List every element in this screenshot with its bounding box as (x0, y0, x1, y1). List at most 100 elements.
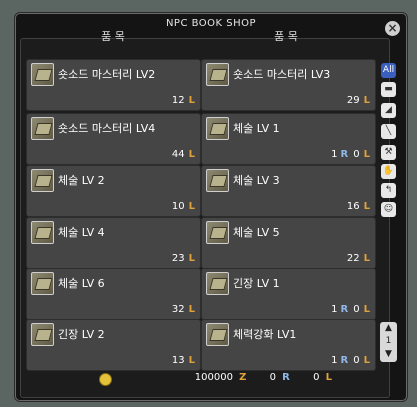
shop-item[interactable]: 체술 LV 1 1R0L (201, 113, 376, 165)
tab-hook-icon[interactable]: ↰ (381, 183, 396, 198)
item-name: 체술 LV 6 (58, 277, 105, 290)
item-name: 숏소드 마스터리 LV2 (58, 68, 156, 81)
tab-hammer-icon[interactable]: ⚒ (381, 145, 396, 160)
item-price: 22 L (347, 253, 370, 264)
price-unit: L (363, 95, 370, 106)
skill-book-icon (206, 272, 229, 295)
shop-item[interactable]: 숏소드 마스터리 LV3 29 L (201, 59, 376, 111)
rune-unit: R (340, 304, 349, 315)
price-unit: L (188, 304, 195, 315)
item-name: 긴장 LV 2 (58, 328, 105, 341)
skill-book-icon (206, 169, 229, 192)
skill-book-icon (31, 169, 54, 192)
skill-book-icon (206, 221, 229, 244)
rune-amount: 0 (269, 372, 276, 383)
shop-item[interactable]: 체술 LV 4 23 L (26, 217, 201, 269)
price-unit: L (363, 253, 370, 264)
lv-amount: 0 (313, 372, 320, 383)
price-value: 0 (353, 149, 360, 160)
skill-book-icon (206, 323, 229, 346)
price-value: 12 (171, 95, 185, 106)
item-price: 23 L (172, 253, 195, 264)
tab-face-icon[interactable]: ☺ (381, 202, 396, 217)
price-value: 10 (171, 201, 185, 212)
money-amount: 100000 (194, 372, 233, 383)
shop-item[interactable]: 숏소드 마스터리 LV4 44 L (26, 113, 201, 165)
skill-book-icon (206, 63, 229, 86)
price-value: 29 (346, 95, 360, 106)
lv-unit: L (325, 372, 332, 383)
rune-cost: 1 (331, 149, 338, 160)
item-name: 숏소드 마스터리 LV3 (233, 68, 331, 81)
shop-item[interactable]: 긴장 LV 2 13 L (26, 319, 201, 371)
skill-book-icon (31, 272, 54, 295)
price-unit: L (188, 95, 195, 106)
item-name: 체술 LV 2 (58, 174, 105, 187)
price-value: 44 (171, 149, 185, 160)
skill-book-icon (31, 63, 54, 86)
item-price: 16 L (347, 201, 370, 212)
rune-cost: 1 (331, 304, 338, 315)
price-unit: L (363, 201, 370, 212)
column-header-right: 품 목 (274, 30, 298, 43)
skill-book-icon (206, 117, 229, 140)
price-unit: L (188, 201, 195, 212)
item-price: 13 L (172, 355, 195, 366)
column-header-left: 품 목 (101, 30, 125, 43)
item-name: 체술 LV 5 (233, 226, 280, 239)
skill-book-icon (31, 323, 54, 346)
shop-item[interactable]: 체술 LV 5 22 L (201, 217, 376, 269)
price-unit: L (363, 355, 370, 366)
price-unit: L (188, 253, 195, 264)
skill-book-icon (31, 117, 54, 140)
page-down-icon[interactable]: ▼ (380, 348, 397, 361)
item-name: 체술 LV 1 (233, 122, 280, 135)
item-price: 10 L (172, 201, 195, 212)
tab-dagger-icon[interactable]: ╲ (381, 124, 396, 139)
page-number: 1 (385, 336, 392, 346)
rune-cost: 1 (331, 355, 338, 366)
price-unit: L (363, 304, 370, 315)
rune-unit: R (282, 372, 290, 383)
item-name: 체력강화 LV1 (233, 328, 297, 341)
item-name: 체술 LV 4 (58, 226, 105, 239)
close-icon[interactable]: × (385, 21, 400, 36)
price-value: 32 (171, 304, 185, 315)
price-value: 0 (353, 304, 360, 315)
item-price: 29 L (347, 95, 370, 106)
item-price: 44 L (172, 149, 195, 160)
price-unit: L (188, 355, 195, 366)
item-price: 1R0L (331, 149, 370, 160)
price-unit: L (188, 149, 195, 160)
shop-item[interactable]: 체술 LV 6 32 L (26, 268, 201, 320)
item-price: 32 L (172, 304, 195, 315)
item-price: 12 L (172, 95, 195, 106)
tab-book-icon[interactable]: ▬ (381, 82, 396, 97)
item-price: 1R0L (331, 304, 370, 315)
item-name: 숏소드 마스터리 LV4 (58, 122, 156, 135)
shop-item[interactable]: 숏소드 마스터리 LV2 12 L (26, 59, 201, 111)
shop-item[interactable]: 체술 LV 3 16 L (201, 165, 376, 217)
price-value: 0 (353, 355, 360, 366)
tab-all[interactable]: All (381, 63, 396, 78)
price-value: 16 (346, 201, 360, 212)
tab-shoe-icon[interactable]: ◢ (381, 103, 396, 118)
price-value: 22 (346, 253, 360, 264)
shop-item[interactable]: 긴장 LV 1 1R0L (201, 268, 376, 320)
wallet-bar: 100000 Z 0 R 0 L (82, 368, 372, 386)
item-name: 긴장 LV 1 (233, 277, 280, 290)
shop-item[interactable]: 체술 LV 2 10 L (26, 165, 201, 217)
price-unit: L (363, 149, 370, 160)
item-name: 체술 LV 3 (233, 174, 280, 187)
item-price: 1R0L (331, 355, 370, 366)
price-value: 13 (171, 355, 185, 366)
page-scroller: ▲ 1 ▼ (380, 322, 397, 362)
price-value: 23 (171, 253, 185, 264)
page-up-icon[interactable]: ▲ (380, 322, 397, 335)
shop-item[interactable]: 체력강화 LV1 1 R 0 L (201, 319, 376, 371)
rune-unit: R (340, 355, 349, 366)
money-unit: Z (239, 372, 247, 383)
skill-book-icon (31, 221, 54, 244)
rune-unit: R (340, 149, 349, 160)
tab-glove-icon[interactable]: ✋ (381, 164, 396, 179)
